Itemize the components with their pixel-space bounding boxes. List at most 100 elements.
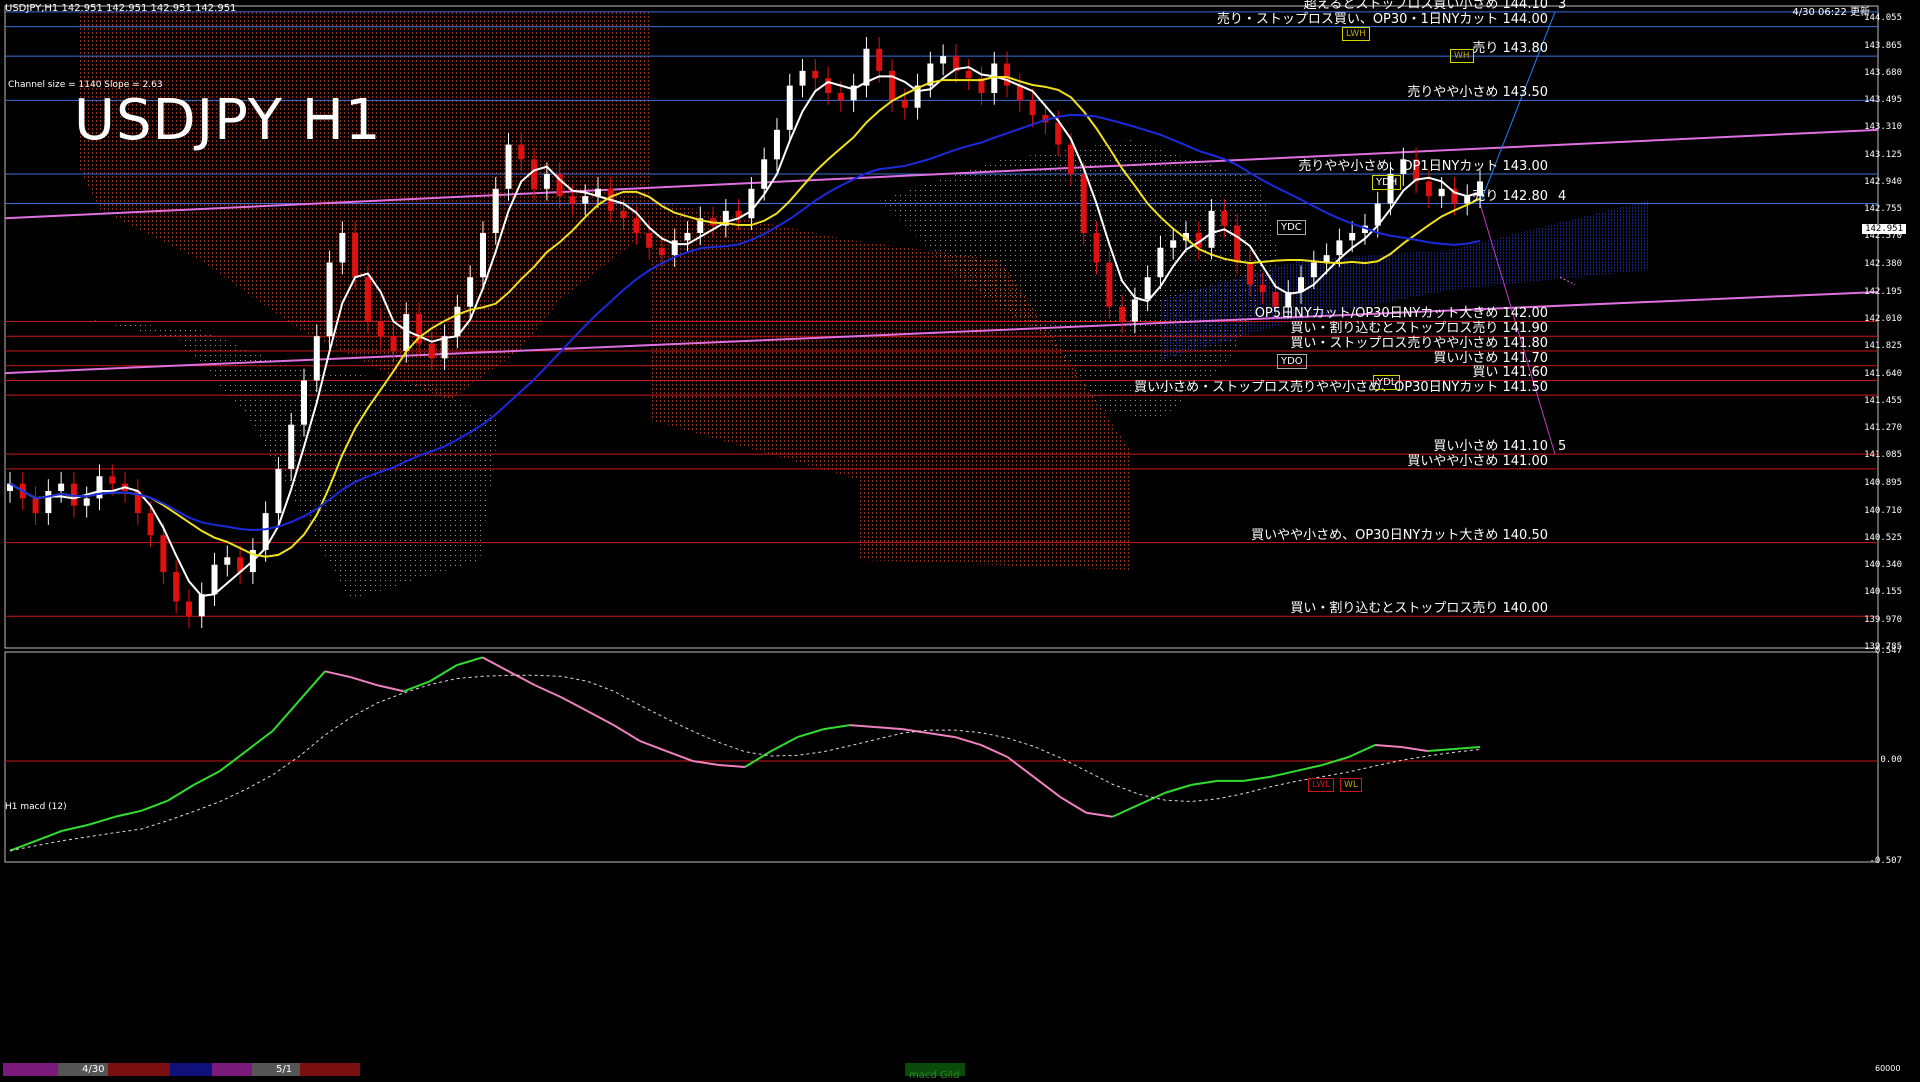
timebar-seg bbox=[300, 1063, 360, 1076]
macd-segment bbox=[88, 815, 116, 826]
candle-body bbox=[1016, 85, 1023, 101]
macd-segment bbox=[1427, 748, 1454, 753]
macd-segment bbox=[876, 726, 903, 731]
candle-body bbox=[301, 380, 307, 425]
candle-body bbox=[889, 70, 895, 101]
candle-body bbox=[45, 491, 52, 514]
candle-body bbox=[185, 601, 192, 617]
y-tick-label: 143.495 bbox=[1864, 95, 1902, 106]
candle-body bbox=[288, 424, 295, 469]
y-tick-label: 141.270 bbox=[1864, 423, 1902, 434]
y-tick-label: 141.825 bbox=[1864, 341, 1902, 352]
candle-body bbox=[352, 233, 359, 278]
candle-body bbox=[1131, 299, 1138, 322]
ydc-tag: YDC bbox=[1277, 220, 1306, 235]
candle-body bbox=[646, 233, 653, 248]
candle-body bbox=[58, 483, 65, 492]
y-tick-label: 141.640 bbox=[1864, 368, 1902, 379]
y-tick-label: 140.525 bbox=[1864, 532, 1902, 543]
candle-body bbox=[1272, 291, 1279, 307]
candle-body bbox=[799, 70, 806, 86]
candle-body bbox=[428, 343, 435, 359]
macd-segment bbox=[823, 724, 851, 731]
wave-mark: 3 bbox=[1558, 0, 1567, 12]
macd-toggle-label: macd Gild bbox=[909, 1070, 960, 1081]
macd-tick-label: 0.547 bbox=[1874, 646, 1902, 656]
date-label-2: 5/1 bbox=[276, 1064, 293, 1075]
date-label-1: 4/30 bbox=[82, 1064, 105, 1075]
candle-body bbox=[1464, 196, 1471, 204]
macd-segment bbox=[954, 736, 982, 747]
candle-body bbox=[1208, 210, 1215, 248]
candle-body bbox=[1144, 277, 1151, 300]
candle-body bbox=[109, 476, 116, 484]
macd-segment bbox=[665, 750, 693, 762]
macd-segment bbox=[744, 750, 772, 768]
candle-body bbox=[313, 336, 320, 381]
candle-body bbox=[1157, 247, 1164, 278]
candle-body bbox=[364, 277, 371, 322]
candle-body bbox=[825, 78, 832, 93]
candle-body bbox=[1246, 262, 1253, 285]
level-label: 買い 141.60 bbox=[1472, 365, 1548, 381]
timebar-seg bbox=[3, 1063, 58, 1076]
timebar-seg bbox=[108, 1063, 170, 1076]
y-tick-label: 140.895 bbox=[1864, 478, 1902, 489]
wl-tag: WL bbox=[1340, 778, 1362, 792]
candle-body bbox=[198, 594, 205, 617]
macd-segment bbox=[797, 728, 825, 739]
y-tick-label: 143.865 bbox=[1864, 40, 1902, 51]
price-chart[interactable] bbox=[0, 0, 1920, 1080]
candle-body bbox=[492, 188, 499, 234]
macd-segment bbox=[692, 759, 719, 766]
macd-segment bbox=[639, 740, 667, 752]
macd-segment bbox=[1453, 746, 1481, 751]
candle-body bbox=[1093, 233, 1100, 263]
candle-body bbox=[1029, 100, 1036, 116]
candle-body bbox=[531, 159, 538, 189]
wave-mark: 4 bbox=[1558, 188, 1567, 204]
level-label: 買いやや小さめ、OP30日NYカット大きめ 140.50 bbox=[1251, 527, 1548, 543]
current-price-label: 142.951 bbox=[1862, 224, 1906, 234]
macd-segment bbox=[770, 736, 798, 752]
level-label: 買い小さめ 141.10 bbox=[1433, 439, 1548, 455]
macd-segment bbox=[1296, 763, 1323, 772]
macd-segment bbox=[1086, 811, 1113, 818]
macd-segment bbox=[377, 684, 404, 693]
candle-body bbox=[684, 233, 691, 241]
candle-body bbox=[620, 210, 627, 219]
level-label: 売り・ストップロス買い、OP30・1日NYカット 144.00 bbox=[1216, 11, 1548, 27]
macd-segment bbox=[849, 724, 877, 729]
y-tick-label: 142.195 bbox=[1864, 286, 1902, 297]
level-label: 超えるとストップロス買い小さめ 144.10 bbox=[1303, 0, 1548, 12]
macd-segment bbox=[534, 684, 562, 699]
macd-segment bbox=[1138, 791, 1166, 806]
candle-body bbox=[275, 468, 282, 514]
macd-segment bbox=[560, 696, 588, 713]
macd-segment bbox=[1374, 744, 1402, 749]
level-label: 買い小さめ・ストップロス売りやや小さめ、OP30日NYカット 141.50 bbox=[1134, 380, 1548, 396]
macd-segment bbox=[455, 656, 483, 667]
candle-body bbox=[390, 336, 397, 351]
macd-segment bbox=[429, 664, 457, 683]
candle-body bbox=[582, 196, 589, 204]
level-label: 買い・ストップロス売りやや小さめ 141.80 bbox=[1290, 335, 1548, 351]
macd-segment bbox=[1059, 795, 1087, 814]
macd-segment bbox=[1401, 746, 1428, 753]
candle-body bbox=[569, 196, 576, 204]
candle-body bbox=[1170, 240, 1177, 248]
candle-body bbox=[940, 56, 947, 64]
level-label: 売り 143.80 bbox=[1472, 41, 1548, 57]
candle-body bbox=[454, 306, 461, 337]
macd-toggle-button[interactable]: macd Gild bbox=[905, 1063, 965, 1081]
macd-segment bbox=[980, 744, 1008, 758]
candle-body bbox=[543, 174, 550, 189]
wh-tag: WH bbox=[1450, 49, 1474, 63]
level-label: 売り 142.80 bbox=[1472, 188, 1548, 204]
candle-body bbox=[633, 218, 640, 234]
candle-body bbox=[786, 85, 793, 130]
macd-segment bbox=[324, 670, 352, 679]
level-label: OP5日NYカット/OP30日NYカット大きめ 142.00 bbox=[1254, 306, 1548, 322]
macd-segment bbox=[245, 730, 274, 752]
lwl-tag: LWL bbox=[1308, 778, 1335, 792]
